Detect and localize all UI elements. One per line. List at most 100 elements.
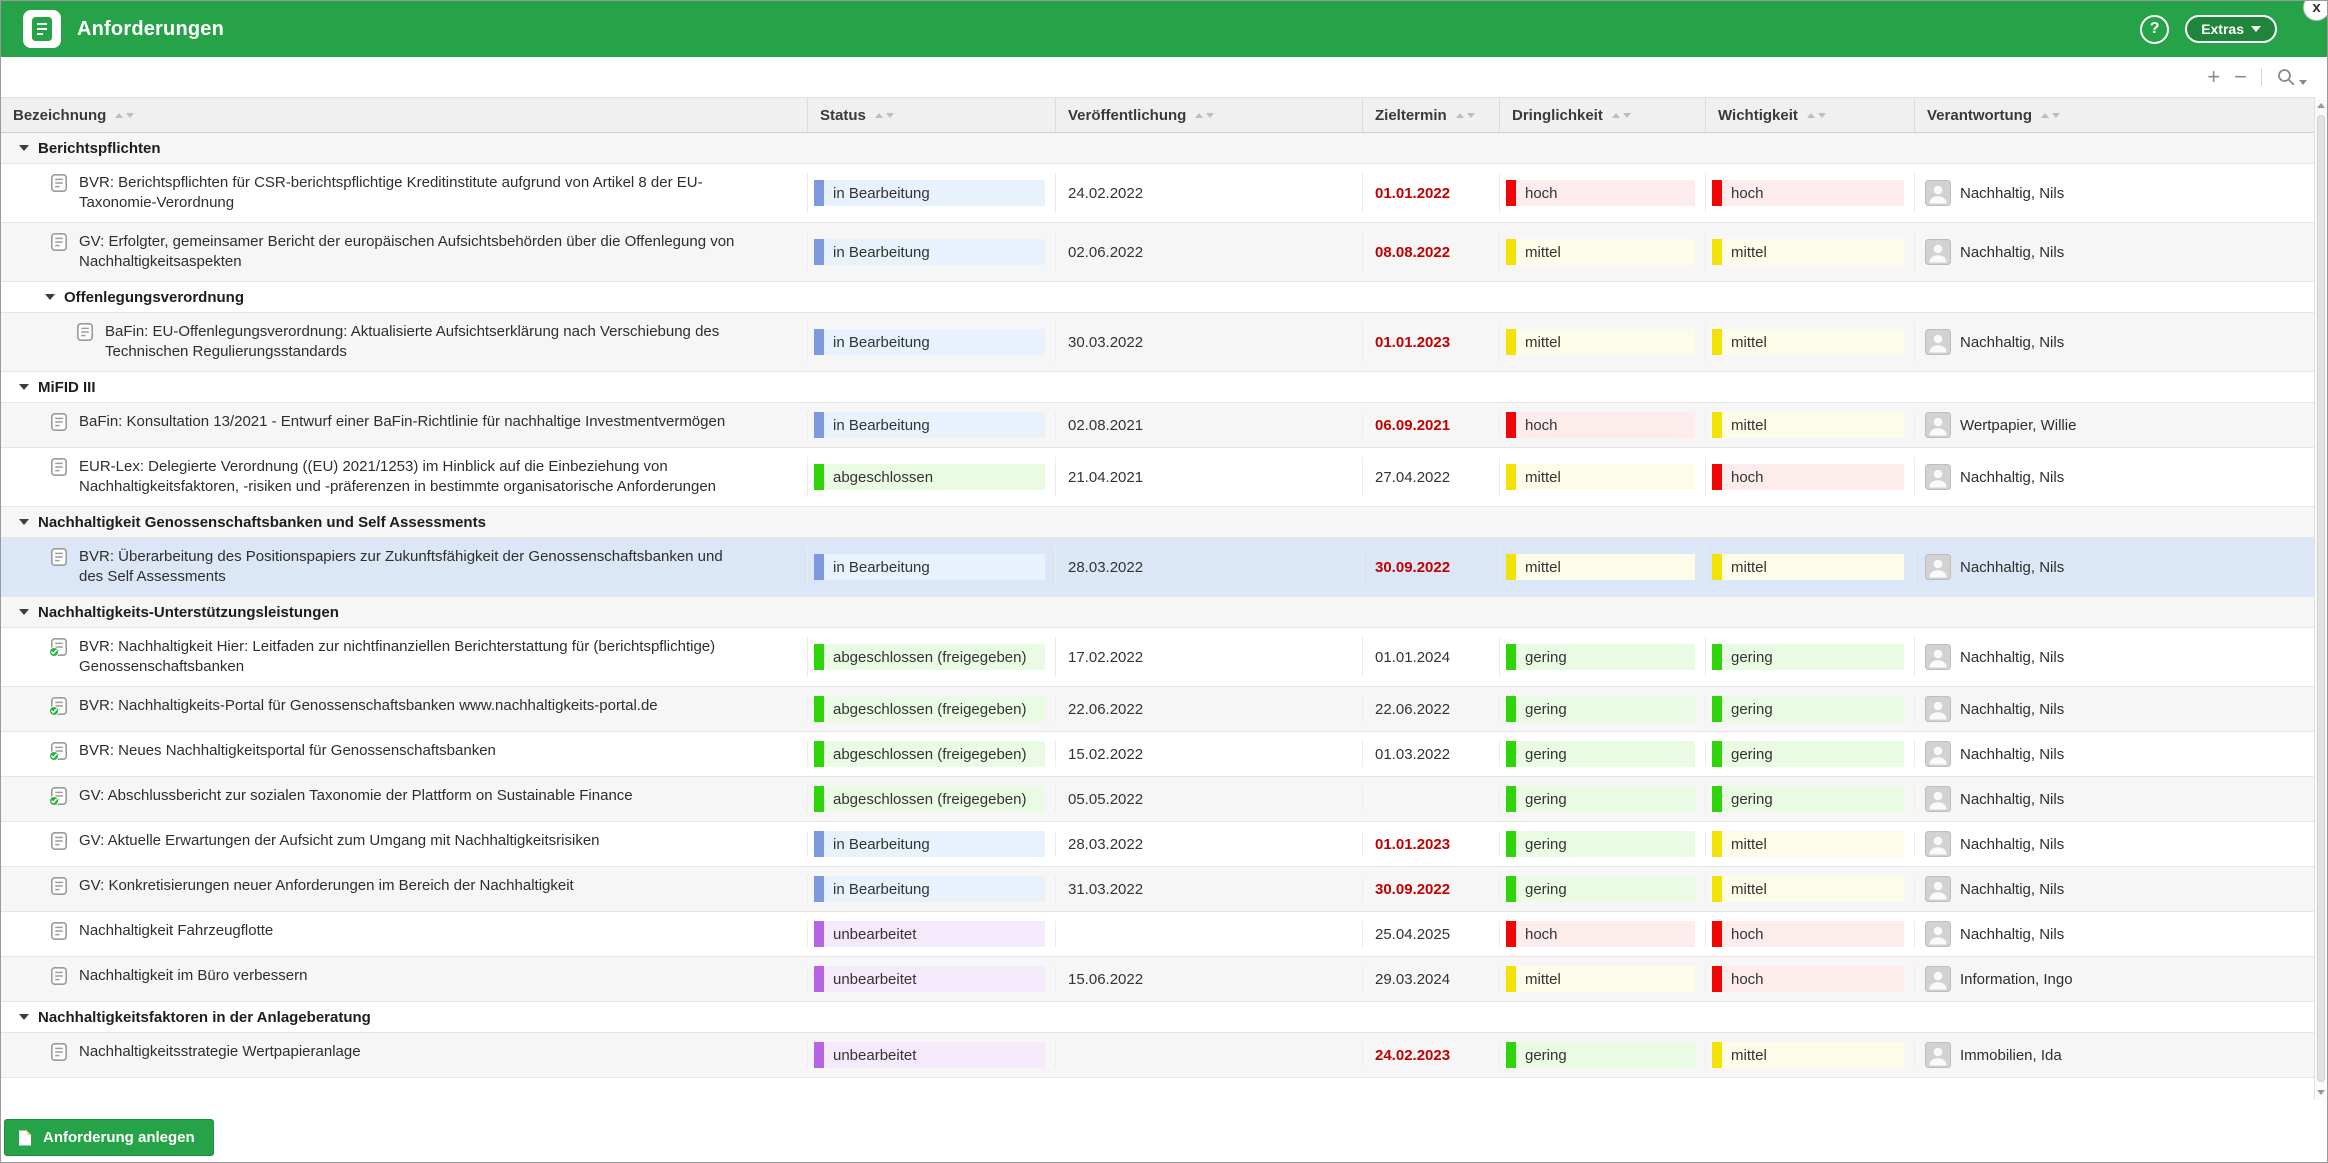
priority-chip: mittel xyxy=(1506,966,1695,992)
collapse-all-icon[interactable]: − xyxy=(2234,66,2247,88)
column-header-bezeichnung[interactable]: Bezeichnung xyxy=(1,98,807,132)
sort-icons[interactable] xyxy=(874,112,894,118)
priority-chip: hoch xyxy=(1712,921,1904,947)
group-row[interactable]: Berichtspflichten xyxy=(1,133,2314,164)
column-header-verantwortung[interactable]: Verantwortung xyxy=(1914,98,2314,132)
priority-chip: gering xyxy=(1712,741,1904,767)
owner-cell: Nachhaltig, Nils xyxy=(1914,457,2314,497)
status-label: abgeschlossen (freigegeben) xyxy=(824,786,1045,812)
requirement-document-icon xyxy=(49,457,69,477)
requirement-row[interactable]: Nachhaltigkeit im Büro verbessern unbearb… xyxy=(1,957,2314,1002)
requirement-row[interactable]: GV: Konkretisierungen neuer Anforderunge… xyxy=(1,867,2314,912)
requirement-row[interactable]: BVR: Neues Nachhaltigkeitsportal für Gen… xyxy=(1,732,2314,777)
owner-cell: Nachhaltig, Nils xyxy=(1914,921,2314,947)
sort-desc-icon[interactable] xyxy=(1466,112,1475,118)
sort-desc-icon[interactable] xyxy=(1206,112,1215,118)
requirement-row[interactable]: BVR: Nachhaltigkeit Hier: Leitfaden zur … xyxy=(1,628,2314,687)
sort-asc-icon[interactable] xyxy=(2041,112,2050,118)
priority-color-bar xyxy=(1506,921,1516,947)
vertical-scrollbar[interactable] xyxy=(2314,97,2327,1100)
collapse-caret-icon[interactable] xyxy=(19,1014,29,1020)
collapse-caret-icon[interactable] xyxy=(19,384,29,390)
requirement-title: Nachhaltigkeit Fahrzeugflotte xyxy=(79,922,274,939)
due-date-cell: 06.09.2021 xyxy=(1362,412,1499,438)
sort-desc-icon[interactable] xyxy=(2052,112,2061,118)
column-header-status[interactable]: Status xyxy=(807,98,1055,132)
close-button[interactable]: x xyxy=(2303,1,2327,21)
sort-asc-icon[interactable] xyxy=(1806,112,1815,118)
footer-bar: Anforderung anlegen xyxy=(1,1100,2327,1162)
status-color-bar xyxy=(814,1042,824,1068)
owner-name: Nachhaltig, Nils xyxy=(1960,333,2065,351)
priority-color-bar xyxy=(1506,180,1516,206)
sort-desc-icon[interactable] xyxy=(1622,112,1631,118)
requirement-document-icon xyxy=(49,1042,69,1062)
requirement-row[interactable]: Nachhaltigkeit Fahrzeugflotte unbearbeite… xyxy=(1,912,2314,957)
priority-chip: mittel xyxy=(1712,876,1904,902)
status-label: unbearbeitet xyxy=(824,921,1045,947)
priority-label: mittel xyxy=(1722,412,1904,438)
search-icon[interactable] xyxy=(2276,67,2307,87)
requirement-title-cell: GV: Konkretisierungen neuer Anforderunge… xyxy=(1,876,807,902)
status-chip: in Bearbeitung xyxy=(814,831,1045,857)
sort-icons[interactable] xyxy=(2041,112,2061,118)
sort-desc-icon[interactable] xyxy=(1817,112,1826,118)
status-chip: in Bearbeitung xyxy=(814,239,1045,265)
scroll-up-icon[interactable] xyxy=(2315,97,2327,113)
priority-color-bar xyxy=(1712,966,1722,992)
sort-desc-icon[interactable] xyxy=(885,112,894,118)
scrollbar-thumb[interactable] xyxy=(2317,115,2325,1082)
sort-asc-icon[interactable] xyxy=(1195,112,1204,118)
requirement-title-cell: BaFin: Konsultation 13/2021 - Entwurf ei… xyxy=(1,412,807,438)
sort-icons[interactable] xyxy=(1806,112,1826,118)
collapse-caret-icon[interactable] xyxy=(19,519,29,525)
avatar-icon xyxy=(1925,696,1951,722)
group-row[interactable]: MiFID III xyxy=(1,372,2314,403)
expand-all-icon[interactable]: + xyxy=(2207,66,2220,88)
collapse-caret-icon[interactable] xyxy=(19,145,29,151)
sort-asc-icon[interactable] xyxy=(874,112,883,118)
requirement-row[interactable]: BVR: Überarbeitung des Positionspapiers … xyxy=(1,538,2314,597)
sort-icons[interactable] xyxy=(1195,112,1215,118)
requirement-row[interactable]: BaFin: Konsultation 13/2021 - Entwurf ei… xyxy=(1,403,2314,448)
group-row[interactable]: Nachhaltigkeits-Unterstützungsleistungen xyxy=(1,597,2314,628)
requirement-row[interactable]: BaFin: EU-Offenlegungsverordnung: Aktual… xyxy=(1,313,2314,372)
group-row[interactable]: Offenlegungsverordnung xyxy=(1,282,2314,313)
create-requirement-button[interactable]: Anforderung anlegen xyxy=(4,1119,214,1156)
group-row[interactable]: Nachhaltigkeitsfaktoren in der Anlageber… xyxy=(1,1002,2314,1033)
requirement-row[interactable]: BVR: Nachhaltigkeits-Portal für Genossen… xyxy=(1,687,2314,732)
sort-asc-icon[interactable] xyxy=(115,112,124,118)
collapse-caret-icon[interactable] xyxy=(45,294,55,300)
requirement-row[interactable]: GV: Erfolgter, gemeinsamer Bericht der e… xyxy=(1,223,2314,282)
column-header-veroeffentlichung[interactable]: Veröffentlichung xyxy=(1055,98,1362,132)
column-header-wichtigkeit[interactable]: Wichtigkeit xyxy=(1705,98,1914,132)
column-header-dringlichkeit[interactable]: Dringlichkeit xyxy=(1499,98,1705,132)
status-color-bar xyxy=(814,180,824,206)
sort-icons[interactable] xyxy=(115,112,135,118)
owner-cell: Nachhaltig, Nils xyxy=(1914,876,2314,902)
sort-icons[interactable] xyxy=(1455,112,1475,118)
status-label: unbearbeitet xyxy=(824,966,1045,992)
priority-label: gering xyxy=(1516,831,1695,857)
group-row[interactable]: Nachhaltigkeit Genossenschaftsbanken und… xyxy=(1,507,2314,538)
priority-color-bar xyxy=(1712,831,1722,857)
requirement-row[interactable]: EUR-Lex: Delegierte Verordnung ((EU) 202… xyxy=(1,448,2314,507)
requirement-row[interactable]: GV: Abschlussbericht zur sozialen Taxono… xyxy=(1,777,2314,822)
extras-button[interactable]: Extras xyxy=(2185,15,2277,43)
sort-asc-icon[interactable] xyxy=(1455,112,1464,118)
requirement-title: BVR: Neues Nachhaltigkeitsportal für Gen… xyxy=(79,742,496,759)
scroll-down-icon[interactable] xyxy=(2315,1084,2327,1100)
priority-label: gering xyxy=(1516,876,1695,902)
help-button[interactable]: ? xyxy=(2140,14,2170,44)
requirement-row[interactable]: Nachhaltigkeitsstrategie Wertpapieranlag… xyxy=(1,1033,2314,1078)
requirement-row[interactable]: BVR: Berichtspflichten für CSR-berichtsp… xyxy=(1,164,2314,223)
importance-cell: gering xyxy=(1705,637,1914,677)
owner-name: Nachhaltig, Nils xyxy=(1960,700,2065,718)
sort-desc-icon[interactable] xyxy=(126,112,135,118)
sort-asc-icon[interactable] xyxy=(1611,112,1620,118)
column-header-zieltermin[interactable]: Zieltermin xyxy=(1362,98,1499,132)
sort-icons[interactable] xyxy=(1611,112,1631,118)
collapse-caret-icon[interactable] xyxy=(19,609,29,615)
requirement-row[interactable]: GV: Aktuelle Erwartungen der Aufsicht zu… xyxy=(1,822,2314,867)
priority-label: mittel xyxy=(1516,966,1695,992)
